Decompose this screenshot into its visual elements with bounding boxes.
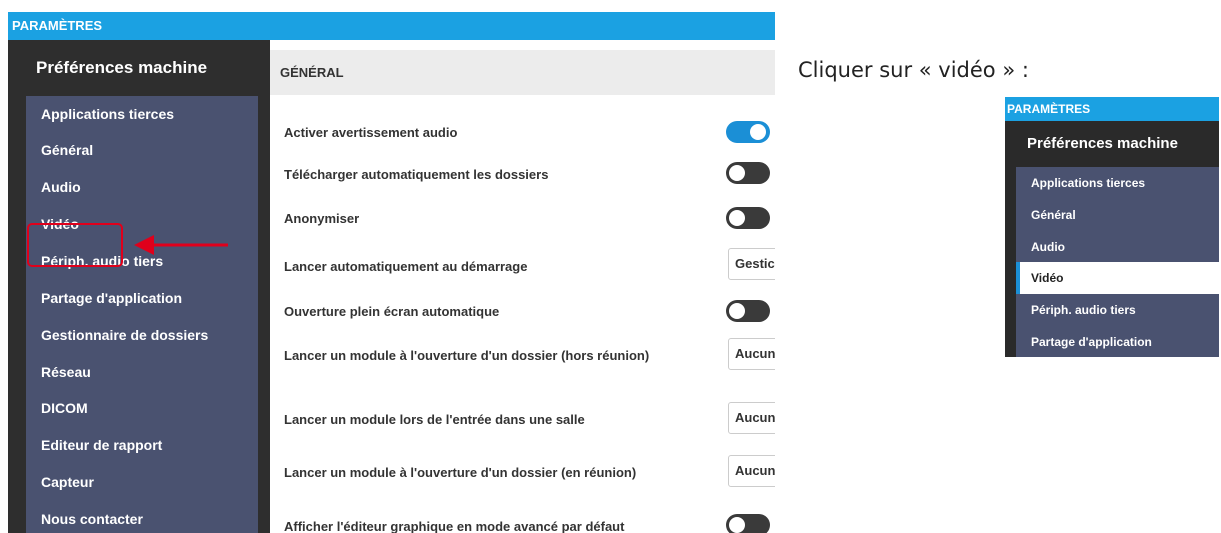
setting-row-avertissement-audio: Activer avertissement audio [270, 112, 775, 152]
setting-row-module-en-reunion: Lancer un module à l'ouverture d'un doss… [270, 449, 775, 493]
setting-label: Lancer un module à l'ouverture d'un doss… [284, 465, 637, 480]
sidebar-header: Préférences machine [36, 58, 208, 77]
sidebar-item-audio[interactable]: Audio [26, 169, 258, 206]
setting-row-telechargement: Télécharger automatiquement les dossiers [270, 154, 775, 194]
sidebar-item-nous-contacter[interactable]: Nous contacter [26, 501, 258, 533]
arrow-left-icon [134, 235, 228, 255]
setting-row-module-salle: Lancer un module lors de l'entrée dans u… [270, 396, 775, 440]
toggle-knob [750, 124, 766, 140]
toggle-knob [729, 303, 745, 319]
sidebar-header: Préférences machine [1027, 135, 1178, 152]
toggle-knob [729, 517, 745, 533]
toggle-telechargement[interactable] [726, 162, 770, 184]
sidebar-item-reseau[interactable]: Réseau [26, 354, 258, 391]
sidebar-item-partage-application[interactable]: Partage d'application [26, 280, 258, 317]
select-module-hors-reunion[interactable]: Aucun [728, 338, 775, 370]
toggle-anonymiser[interactable] [726, 207, 770, 229]
setting-label: Lancer automatiquement au démarrage [284, 259, 528, 274]
window-title: PARAMÈTRES [1005, 97, 1219, 121]
sidebar-item-periph-audio-tiers[interactable]: Périph. audio tiers [1016, 294, 1219, 326]
setting-label: Activer avertissement audio [284, 125, 458, 140]
toggle-avertissement-audio[interactable] [726, 121, 770, 143]
sidebar-item-dicom[interactable]: DICOM [26, 390, 258, 427]
instruction-caption: Cliquer sur « vidéo » : [798, 58, 1029, 82]
video-highlight-box [27, 223, 123, 267]
settings-window-preview: PARAMÈTRES Préférences machine Applicati… [1005, 97, 1219, 357]
setting-label: Lancer un module à l'ouverture d'un doss… [284, 348, 650, 363]
settings-content: GÉNÉRAL Activer avertissement audio Télé… [270, 40, 775, 533]
toggle-knob [729, 210, 745, 226]
toggle-plein-ecran[interactable] [726, 300, 770, 322]
setting-label: Télécharger automatiquement les dossiers [284, 167, 549, 182]
sidebar-menu: Applications tierces Général Audio Vidéo… [1016, 167, 1219, 357]
select-module-en-reunion[interactable]: Aucun [728, 455, 775, 487]
sidebar-item-applications-tierces[interactable]: Applications tierces [1016, 167, 1219, 199]
sidebar-item-general[interactable]: Général [26, 132, 258, 169]
sidebar-item-capteur[interactable]: Capteur [26, 464, 258, 501]
sidebar-menu: Applications tierces Général Audio Vidéo… [26, 96, 258, 533]
setting-row-demarrage: Lancer automatiquement au démarrage Gest… [270, 242, 775, 286]
sidebar-item-gestionnaire-dossiers[interactable]: Gestionnaire de dossiers [26, 317, 258, 354]
setting-label: Afficher l'éditeur graphique en mode ava… [284, 519, 625, 533]
sidebar-item-applications-tierces[interactable]: Applications tierces [26, 96, 258, 133]
sidebar-item-editeur-rapport[interactable]: Editeur de rapport [26, 427, 258, 464]
setting-label: Ouverture plein écran automatique [284, 304, 500, 319]
sidebar-item-audio[interactable]: Audio [1016, 231, 1219, 263]
setting-row-plein-ecran: Ouverture plein écran automatique [270, 291, 775, 331]
toggle-editeur-graphique[interactable] [726, 514, 770, 533]
sidebar-item-video-selected[interactable]: Vidéo [1016, 262, 1219, 294]
sidebar: Préférences machine Applications tierces… [8, 40, 270, 533]
setting-label: Anonymiser [284, 211, 360, 226]
sidebar-item-partage-application[interactable]: Partage d'application [1016, 326, 1219, 357]
settings-window: PARAMÈTRES Préférences machine Applicati… [8, 12, 775, 533]
select-module-salle[interactable]: Aucun [728, 402, 775, 434]
setting-row-module-hors-reunion: Lancer un module à l'ouverture d'un doss… [270, 332, 775, 376]
setting-row-editeur-graphique: Afficher l'éditeur graphique en mode ava… [270, 505, 775, 533]
setting-row-anonymiser: Anonymiser [270, 198, 775, 238]
sidebar-item-general[interactable]: Général [1016, 199, 1219, 231]
toggle-knob [729, 165, 745, 181]
window-title: PARAMÈTRES [8, 12, 775, 40]
section-header-general: GÉNÉRAL [270, 50, 775, 95]
select-demarrage[interactable]: Gestic [728, 248, 775, 280]
setting-label: Lancer un module lors de l'entrée dans u… [284, 412, 585, 427]
